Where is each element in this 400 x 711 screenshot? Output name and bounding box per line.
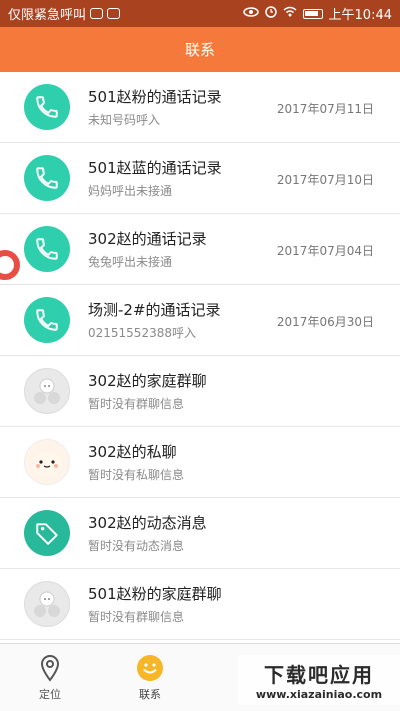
location-pin-icon xyxy=(36,654,64,682)
wifi-icon xyxy=(283,6,297,21)
list-item-subtitle: 暂时没有群聊信息 xyxy=(88,396,185,411)
image-icon xyxy=(107,8,121,19)
watermark-url: www.xiazainiao.com xyxy=(255,688,383,701)
list-item[interactable]: 302赵的通话记录 兔兔呼出未接通 2017年07月04日 xyxy=(0,214,400,285)
status-bar: 仅限紧急呼叫 上午10:44 xyxy=(0,0,400,27)
tab-contact[interactable]: 联系 xyxy=(100,644,200,711)
list-item-subtitle: 暂时没有群聊信息 xyxy=(88,609,185,624)
group-avatar-icon xyxy=(24,368,70,414)
list-item[interactable]: 302赵的家庭群聊 暂时没有群聊信息 xyxy=(0,356,400,427)
notification-icon xyxy=(90,8,104,19)
list-item[interactable]: 501赵蓝的通话记录 妈妈呼出未接通 2017年07月10日 xyxy=(0,143,400,214)
list-item-title: 302赵的家庭群聊 xyxy=(88,371,207,390)
smiley-icon xyxy=(136,654,164,682)
alarm-icon xyxy=(264,5,277,22)
list-item-title: 302赵的私聊 xyxy=(88,442,177,461)
phone-icon xyxy=(24,297,70,343)
watermark: 下载吧应用 www.xiazainiao.com xyxy=(238,655,400,705)
list-item-date: 2017年07月04日 xyxy=(276,244,374,258)
list-item-title: 302赵的动态消息 xyxy=(88,513,207,532)
eye-icon xyxy=(242,6,259,21)
list-item[interactable]: 501赵粉的通话记录 未知号码呼入 2017年07月11日 xyxy=(0,72,400,143)
battery-icon xyxy=(302,8,323,19)
tab-contact-label: 联系 xyxy=(139,687,161,701)
status-left: 仅限紧急呼叫 xyxy=(8,4,121,23)
tag-icon xyxy=(24,510,70,556)
list-item-text: 501赵粉的家庭群聊 暂时没有群聊信息 xyxy=(88,584,400,625)
page-header: 联系 xyxy=(0,27,400,72)
list-item-date: 2017年06月30日 xyxy=(276,315,374,329)
page-title: 联系 xyxy=(184,41,215,59)
list-item-date: 2017年07月11日 xyxy=(276,102,374,116)
status-right: 上午10:44 xyxy=(242,4,392,23)
list-item-text: 302赵的家庭群聊 暂时没有群聊信息 xyxy=(88,371,400,412)
watermark-title: 下载吧应用 xyxy=(264,663,374,687)
carrier-text: 仅限紧急呼叫 xyxy=(8,8,87,23)
list-item[interactable]: 302赵的私聊 暂时没有私聊信息 xyxy=(0,427,400,498)
phone-icon xyxy=(24,84,70,130)
list-item-date: 2017年07月10日 xyxy=(276,173,374,187)
list-item-text: 302赵的私聊 暂时没有私聊信息 xyxy=(88,442,400,483)
tab-location[interactable]: 定位 xyxy=(0,644,100,711)
list-item[interactable]: 501赵粉的家庭群聊 暂时没有群聊信息 xyxy=(0,569,400,640)
list-item[interactable]: 场测-2#的通话记录 02151552388呼入 2017年06月30日 xyxy=(0,285,400,356)
list-item-subtitle: 暂时没有动态消息 xyxy=(88,538,185,553)
status-time: 上午10:44 xyxy=(328,8,392,23)
list-item-subtitle: 暂时没有私聊信息 xyxy=(88,467,185,482)
list-item-text: 302赵的动态消息 暂时没有动态消息 xyxy=(88,513,400,554)
list-item[interactable]: 302赵的动态消息 暂时没有动态消息 xyxy=(0,498,400,569)
bear-avatar-icon xyxy=(24,439,70,485)
phone-icon xyxy=(24,226,70,272)
tab-location-label: 定位 xyxy=(39,687,61,701)
contact-list: 501赵粉的通话记录 未知号码呼入 2017年07月11日 501赵蓝的通话记录… xyxy=(0,72,400,643)
group-avatar-icon xyxy=(24,581,70,627)
phone-icon xyxy=(24,155,70,201)
list-item-title: 501赵粉的家庭群聊 xyxy=(88,584,222,603)
